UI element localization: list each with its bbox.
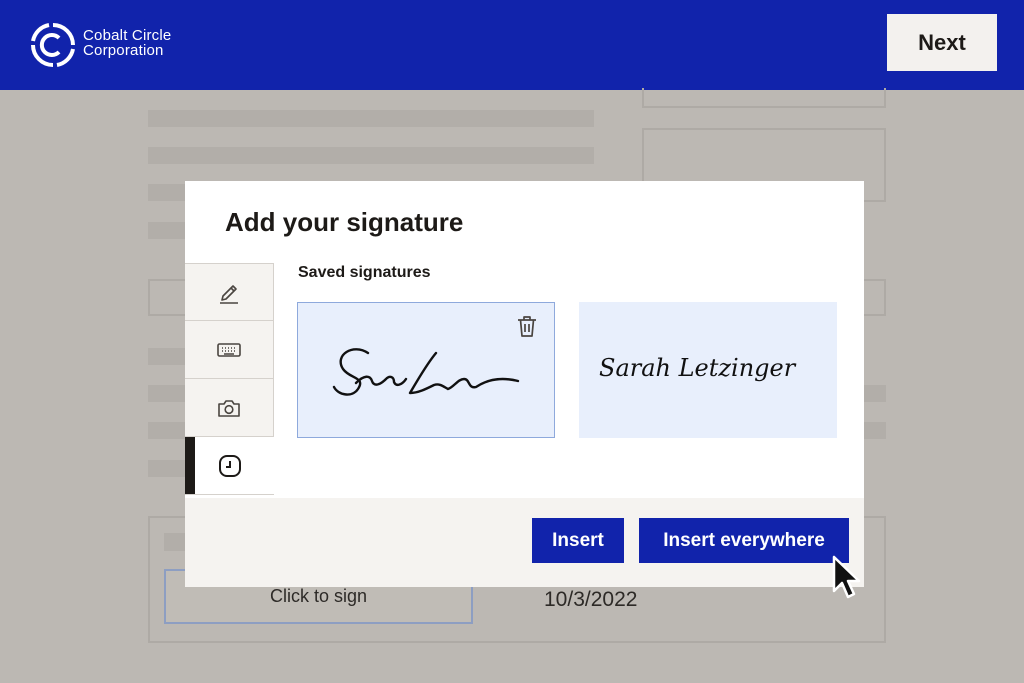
dialog-footer: Insert Insert everywhere [185,498,864,587]
doc-field-box [642,88,886,108]
doc-field-box [862,279,886,316]
doc-text-line [148,147,594,164]
doc-text-line [148,422,188,439]
company-name-line2: Corporation [83,42,164,59]
cobalt-circle-logo-icon [31,23,75,67]
doc-text-line [148,460,188,477]
pen-icon [220,285,238,304]
app-header: Cobalt Circle Corporation Next [0,0,1024,90]
tab-type[interactable] [185,321,274,379]
add-signature-dialog: Add your signature Saved signatures Sara… [185,181,864,587]
dialog-title: Add your signature [225,207,464,237]
camera-icon [218,399,240,417]
insert-everywhere-button[interactable]: Insert everywhere [639,518,849,563]
mouse-pointer-icon [832,555,861,599]
doc-text-line [864,422,886,439]
trash-icon[interactable] [514,313,540,339]
doc-field-box [148,279,188,316]
doc-text-line [148,385,188,402]
next-button[interactable]: Next [887,14,997,71]
signature-text: Sarah Letzinger [599,354,797,382]
keyboard-icon [217,342,241,357]
doc-date-value: 10/3/2022 [544,588,638,611]
doc-text-line [164,533,186,551]
doc-text-line [148,184,188,201]
saved-signature-initials[interactable] [297,302,555,438]
doc-text-line [148,110,594,127]
doc-text-line [148,222,188,239]
doc-text-line [148,348,188,365]
clock-icon [218,454,241,477]
insert-button[interactable]: Insert [532,518,624,563]
doc-text-line [864,385,886,402]
company-name-line1: Cobalt Circle [83,27,172,44]
full-name-signature-image: Sarah Letzinger [599,354,797,382]
company-name: Cobalt Circle Corporation [83,28,171,58]
tab-photo[interactable] [185,379,274,437]
saved-signature-full-name[interactable]: Sarah Letzinger [579,302,837,438]
signature-method-tabs [185,263,275,495]
saved-signatures-label: Saved signatures [298,264,431,281]
tab-draw[interactable] [185,263,274,321]
tab-saved[interactable] [185,437,274,495]
